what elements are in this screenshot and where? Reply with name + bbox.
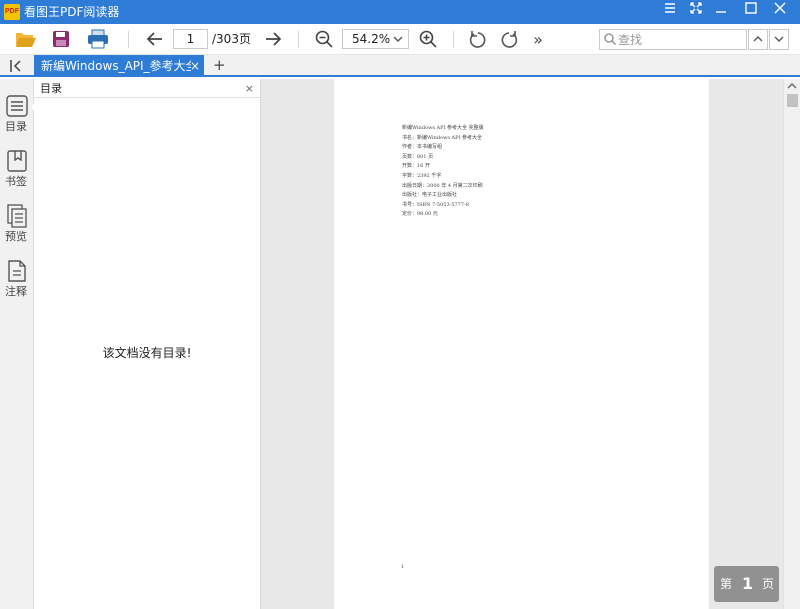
metadata-line: 新编Windows API 参考大全 完整版 — [402, 125, 484, 131]
metadata-line: 出版社：电子工业出版社 — [402, 192, 458, 199]
toolbar-separator — [453, 31, 454, 48]
page-indicator-badge: 第 1 页 — [714, 566, 779, 602]
zoom-in-icon[interactable] — [416, 27, 440, 51]
toc-title: 目录 — [40, 82, 62, 95]
sidebar-item-label: 书签 — [5, 175, 27, 188]
add-tab-button[interactable]: + — [213, 56, 226, 74]
close-button[interactable] — [766, 0, 794, 24]
search-prev-button[interactable] — [748, 29, 768, 50]
sidebar-item-label: 目录 — [5, 120, 27, 133]
search-field[interactable] — [599, 29, 747, 50]
zoom-select[interactable]: 54.2% — [342, 29, 409, 49]
minimize-button[interactable] — [707, 0, 735, 24]
search-input[interactable] — [618, 31, 743, 48]
toc-close-icon[interactable]: × — [245, 81, 254, 96]
sidebar-item-label: 预览 — [5, 230, 27, 243]
bookmark-icon — [7, 150, 27, 172]
metadata-line: 开数：16 开 — [402, 163, 430, 170]
list-icon — [6, 95, 28, 117]
window-title: 看图王PDF阅读器 — [24, 5, 120, 19]
toc-header: 目录 × — [34, 79, 260, 98]
toolbar-separator — [128, 31, 129, 48]
vertical-scrollbar[interactable] — [783, 79, 800, 609]
chevron-down-icon — [774, 33, 784, 47]
folder-open-icon[interactable] — [14, 27, 38, 51]
metadata-line: 字数：2392 千字 — [402, 173, 442, 179]
metadata-line: 出版日期：2000 年 4 月第二次印刷 — [402, 182, 483, 189]
toc-empty-message: 该文档没有目录! — [102, 346, 192, 360]
chevron-up-icon — [753, 33, 763, 47]
metadata-line: 页数：801 页 — [402, 153, 434, 160]
pages-icon — [7, 204, 27, 228]
metadata-line: 作者：本书编写组 — [402, 144, 443, 151]
rotate-cw-icon[interactable] — [497, 27, 521, 51]
search-icon — [604, 33, 616, 49]
search-next-button[interactable] — [769, 29, 789, 50]
metadata-line: 书名：新编Windows API 参考大全 — [402, 134, 483, 141]
zoom-out-icon[interactable] — [312, 27, 336, 51]
scroll-up-icon[interactable] — [784, 79, 800, 93]
sidebar-item-label: 注释 — [5, 285, 27, 298]
app-logo-icon: PDF — [4, 4, 20, 20]
tab-bar: 新编Windows_API_参考大全.pdf × + — [0, 55, 800, 77]
sidebar-item-annotations[interactable]: 注释 — [0, 257, 34, 305]
tab-label: 新编Windows_API_参考大全.pdf — [41, 59, 191, 73]
metadata-line: 书号：ISBN 7-5053-5777-8 — [402, 201, 469, 208]
page-badge-suffix: 页 — [762, 577, 775, 591]
note-icon — [8, 260, 26, 282]
fullscreen-icon[interactable] — [682, 0, 710, 24]
document-page: 新编Windows API 参考大全 完整版 书名：新编Windows API … — [334, 79, 709, 609]
page-number-input[interactable] — [173, 29, 208, 49]
page-total-label: /303页 — [212, 32, 251, 46]
sidebar-item-preview[interactable]: 预览 — [0, 202, 34, 250]
document-view[interactable]: 新编Windows API 参考大全 完整版 书名：新编Windows API … — [261, 79, 783, 609]
rotate-ccw-icon[interactable] — [466, 27, 490, 51]
sidebar-rail: 目录 书签 预览 注释 — [0, 79, 36, 609]
page-badge-number: 1 — [742, 574, 754, 593]
page-badge-prefix: 第 — [720, 577, 733, 591]
toolbar-separator — [298, 31, 299, 48]
metadata-line: 定价：98.00 元 — [402, 211, 438, 218]
zoom-value: 54.2% — [352, 32, 391, 46]
menu-icon[interactable] — [656, 0, 684, 24]
collapse-sidebar-icon[interactable] — [8, 58, 24, 74]
chevron-down-icon — [392, 32, 404, 49]
arrow-right-icon[interactable] — [261, 27, 285, 51]
scrollbar-thumb[interactable] — [787, 94, 798, 107]
tab-close-icon[interactable]: × — [190, 58, 200, 74]
tab-document[interactable]: 新编Windows_API_参考大全.pdf × — [34, 55, 204, 77]
sidebar-item-toc[interactable]: 目录 — [0, 92, 36, 140]
save-icon[interactable] — [50, 27, 72, 51]
toc-panel: 目录 × 该文档没有目录! — [34, 79, 261, 609]
title-bar: PDF 看图王PDF阅读器 — [0, 0, 800, 24]
page-footer-number: 1 — [401, 564, 405, 570]
print-icon[interactable] — [86, 27, 110, 51]
maximize-button[interactable] — [737, 0, 765, 24]
toolbar: /303页 54.2% » — [0, 24, 800, 55]
arrow-left-icon[interactable] — [143, 27, 167, 51]
more-tools-button[interactable]: » — [528, 27, 548, 51]
sidebar-item-bookmarks[interactable]: 书签 — [0, 147, 34, 195]
